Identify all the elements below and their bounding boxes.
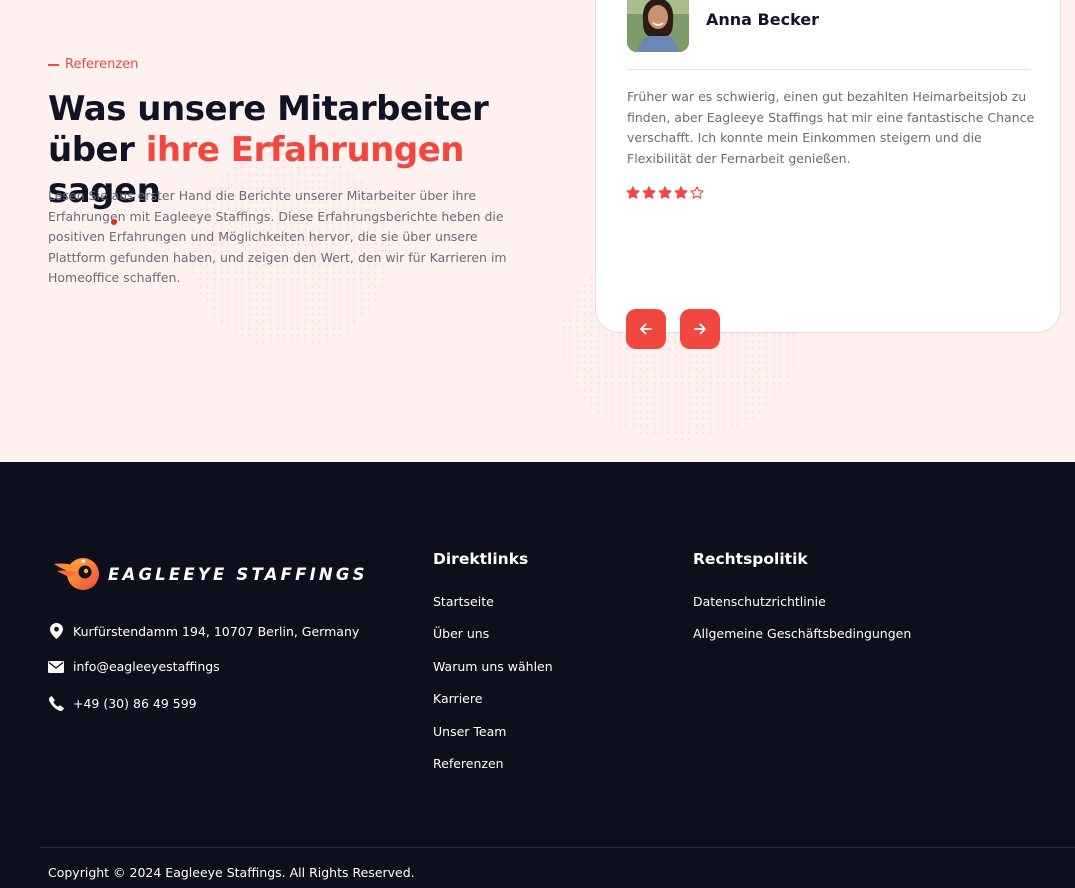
avatar xyxy=(627,0,689,52)
star-filled-icon xyxy=(626,186,640,199)
eagle-logo-icon xyxy=(54,558,99,590)
footer-link-karriere[interactable]: Karriere xyxy=(433,691,482,706)
footer-link-datenschutz[interactable]: Datenschutzrichtlinie xyxy=(693,594,826,609)
footer-link-warum-uns[interactable]: Warum uns wählen xyxy=(433,659,553,674)
section-eyebrow: Referenzen xyxy=(48,57,138,72)
eyebrow-dash xyxy=(48,63,59,66)
heading-prefix: über xyxy=(48,130,146,170)
heading-accent: ihre Erfahrungen xyxy=(145,130,465,170)
contact-address: Kurfürstendamm 194, 10707 Berlin, German… xyxy=(48,623,359,639)
site-footer: EAGLEEYE STAFFINGS Kurfürstendamm 194, 1… xyxy=(0,462,1075,888)
footer-link-startseite[interactable]: Startseite xyxy=(433,594,494,609)
prev-testimonial-button[interactable] xyxy=(626,309,666,349)
eyebrow-label: Referenzen xyxy=(65,57,139,72)
phone-text: +49 (30) 86 49 599 xyxy=(73,696,197,711)
footer-link-unser-team[interactable]: Unser Team xyxy=(433,724,506,739)
section-description: Lesen Sie aus erster Hand die Berichte u… xyxy=(48,188,507,285)
heading-line-1: Was unsere Mitarbeiter xyxy=(48,89,489,129)
star-empty-icon xyxy=(690,186,704,199)
arrow-left-icon xyxy=(640,323,652,335)
avatar-portrait-icon xyxy=(627,0,689,52)
copyright-text: Copyright © 2024 Eagleeye Staffings. All… xyxy=(48,865,415,880)
quicklinks-title: Direktlinks xyxy=(433,550,529,568)
reviewer-name: Anna Becker xyxy=(706,10,820,29)
footer-divider xyxy=(40,847,1075,848)
arrow-right-icon xyxy=(694,323,706,335)
star-filled-icon xyxy=(674,186,688,199)
card-divider xyxy=(627,69,1030,70)
logo-wordmark: EAGLEEYE STAFFINGS xyxy=(108,564,368,584)
footer-logo[interactable]: EAGLEEYE STAFFINGS xyxy=(52,554,368,594)
contact-email[interactable]: info@eagleeyestaffings xyxy=(48,659,220,674)
next-testimonial-button[interactable] xyxy=(680,309,720,349)
envelope-icon xyxy=(48,660,64,673)
testimonials-section: Referenzen Was unsere Mitarbeiter über i… xyxy=(0,0,1075,462)
star-rating xyxy=(626,186,704,200)
address-text: Kurfürstendamm 194, 10707 Berlin, German… xyxy=(73,623,360,639)
contact-phone[interactable]: +49 (30) 86 49 599 xyxy=(48,696,197,711)
legal-title: Rechtspolitik xyxy=(693,550,808,568)
location-pin-icon xyxy=(48,623,64,639)
cursor-dot xyxy=(111,219,117,225)
phone-icon xyxy=(48,696,64,711)
testimonial-quote: Früher war es schwierig, einen gut bezah… xyxy=(627,89,1035,166)
footer-link-referenzen[interactable]: Referenzen xyxy=(433,756,504,771)
footer-link-ueber-uns[interactable]: Über uns xyxy=(433,626,489,641)
star-filled-icon xyxy=(642,186,656,199)
star-filled-icon xyxy=(658,186,672,199)
email-text: info@eagleeyestaffings xyxy=(73,659,220,674)
footer-link-agb[interactable]: Allgemeine Geschäftsbedingungen xyxy=(693,626,911,641)
